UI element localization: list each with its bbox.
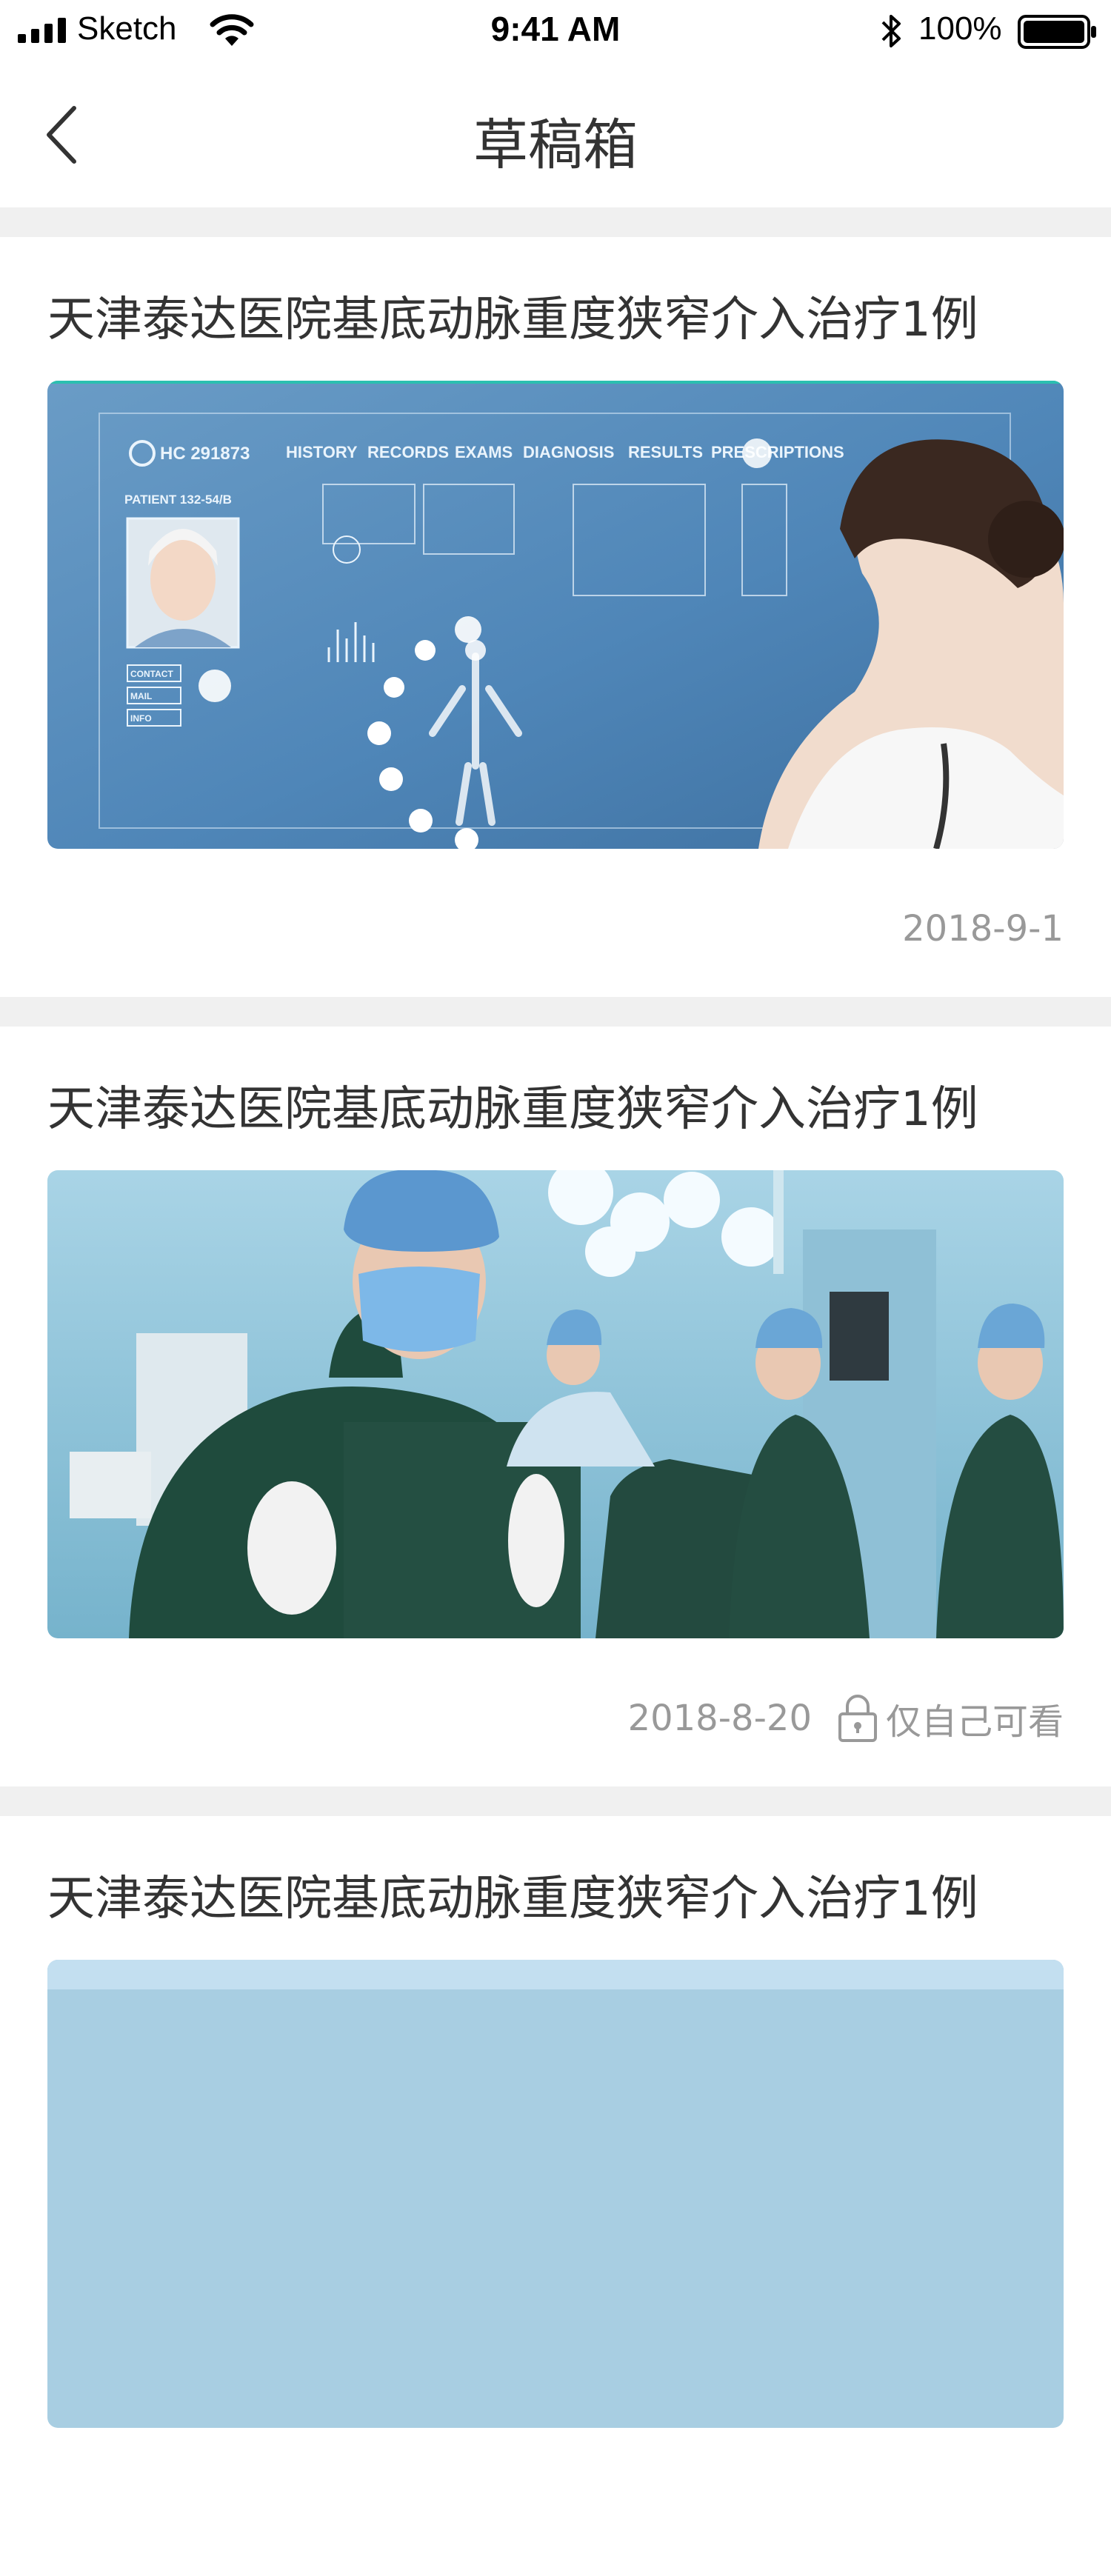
page-title: 草稿箱 — [473, 113, 638, 177]
draft-meta: 2018-9-1 — [902, 902, 1064, 955]
draft-meta: 2018-8-20 仅自己可看 — [628, 1692, 1064, 1745]
medical-interface-photo: HC 291873 HISTORY RECORDS EXAMS DIAGNOSI… — [47, 381, 1064, 849]
navigation-bar: 草稿箱 — [0, 62, 1111, 207]
draft-date: 2018-8-20 — [627, 1698, 812, 1739]
menu-results: RESULTS — [628, 443, 703, 461]
menu-history: HISTORY — [286, 443, 358, 461]
status-bar: Sketch 9:41 AM 100% — [0, 0, 1111, 62]
medical-photo-partial — [47, 1960, 1064, 2428]
patient-id: PATIENT 132-54/B — [124, 493, 232, 507]
mail-label: MAIL — [130, 691, 152, 701]
info-label: INFO — [130, 713, 152, 724]
privacy-label: 仅自己可看 — [885, 1701, 1064, 1743]
divider — [0, 1786, 1111, 1816]
draft-cover-image[interactable]: HC 291873 HISTORY RECORDS EXAMS DIAGNOSI… — [47, 381, 1064, 849]
draft-title: 天津泰达医院基底动脉重度狭窄介入治疗1例 — [47, 293, 978, 347]
lock-icon — [838, 1695, 877, 1742]
bluetooth-icon — [881, 15, 901, 47]
battery-percentage: 100% — [918, 10, 1002, 47]
menu-diagnosis: DIAGNOSIS — [523, 443, 614, 461]
menu-records: RECORDS — [367, 443, 449, 461]
draft-date: 2018-9-1 — [902, 908, 1064, 950]
draft-card[interactable]: 天津泰达医院基底动脉重度狭窄介入治疗1例 — [0, 1816, 1111, 2576]
drafts-list: 天津泰达医院基底动脉重度狭窄介入治疗1例 HC 291873 HISTORY R… — [0, 207, 1111, 2576]
draft-cover-image[interactable] — [47, 1960, 1064, 2428]
draft-cover-image[interactable] — [47, 1170, 1064, 1638]
hc-code: HC 291873 — [160, 444, 250, 464]
menu-prescriptions: PRESCRIPTIONS — [711, 443, 844, 461]
privacy-indicator: 仅自己可看 — [837, 1692, 1064, 1744]
draft-title: 天津泰达医院基底动脉重度狭窄介入治疗1例 — [47, 1082, 978, 1137]
operating-room-photo — [47, 1170, 1064, 1638]
draft-title: 天津泰达医院基底动脉重度狭窄介入治疗1例 — [47, 1872, 978, 1926]
contact-label: CONTACT — [130, 669, 173, 679]
battery-icon — [1018, 15, 1096, 49]
draft-card[interactable]: 天津泰达医院基底动脉重度狭窄介入治疗1例 — [0, 1027, 1111, 1786]
menu-exams: EXAMS — [455, 443, 513, 461]
divider — [0, 207, 1111, 237]
draft-card[interactable]: 天津泰达医院基底动脉重度狭窄介入治疗1例 HC 291873 HISTORY R… — [0, 237, 1111, 997]
divider — [0, 997, 1111, 1027]
